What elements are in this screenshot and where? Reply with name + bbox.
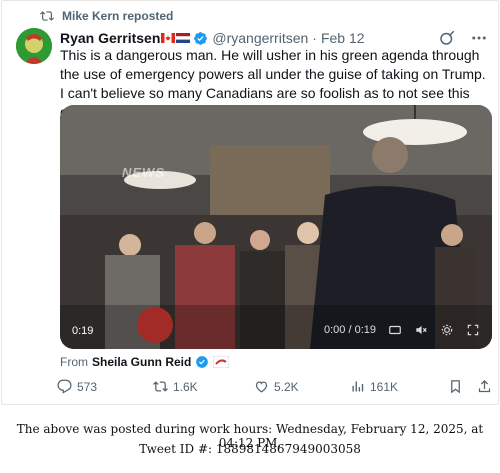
affiliate-badge-icon: [213, 356, 230, 368]
like-button[interactable]: 5.2K: [254, 379, 299, 394]
video-current-time: 0:19: [72, 325, 94, 337]
video-source: From Sheila Gunn Reid: [60, 355, 230, 369]
avatar-image: [16, 28, 52, 64]
views-count: 161K: [370, 379, 399, 394]
reply-icon: [57, 379, 72, 394]
verified-icon: [194, 31, 208, 45]
action-bar: 573 1.6K 5.2K 161K: [57, 379, 497, 399]
like-count: 5.2K: [274, 379, 299, 394]
repost-indicator[interactable]: Mike Kern reposted: [40, 9, 173, 23]
captions-icon[interactable]: [388, 323, 402, 337]
video-player[interactable]: NEWS 0:19 0:00 / 0:19: [60, 105, 492, 349]
avatar[interactable]: [16, 28, 52, 64]
share-icon: [478, 379, 491, 393]
repost-icon: [40, 11, 54, 21]
video-frame: [60, 105, 492, 349]
bookmark-icon: [451, 380, 460, 394]
reply-button[interactable]: 573: [57, 379, 97, 394]
source-name[interactable]: Sheila Gunn Reid: [92, 355, 191, 369]
fullscreen-icon[interactable]: [466, 323, 480, 337]
netherlands-flag-icon: [176, 33, 191, 43]
tweet-header: Ryan Gerritsen @ryangerritsen · Feb 12: [60, 28, 488, 48]
mute-icon[interactable]: [414, 323, 428, 337]
grok-icon[interactable]: [438, 29, 456, 47]
caption-tweet-id: Tweet ID #: 1889814867949003058: [139, 442, 361, 456]
verified-icon: [196, 356, 209, 368]
more-icon[interactable]: [470, 29, 488, 47]
tweet-card[interactable]: Mike Kern reposted Ryan Gerritsen @ryang…: [1, 0, 499, 405]
repost-label: Mike Kern reposted: [62, 9, 174, 23]
reply-count: 573: [77, 379, 98, 394]
video-controls: 0:00 / 0:19: [324, 323, 480, 337]
source-prefix: From: [60, 355, 88, 369]
repost-count: 1.6K: [173, 379, 198, 394]
repost-icon: [153, 381, 168, 392]
video-progress: 0:00 / 0:19: [324, 324, 376, 336]
like-icon: [255, 381, 268, 393]
separator: ·: [312, 30, 317, 46]
views-button[interactable]: 161K: [350, 379, 398, 394]
bookmark-button[interactable]: [448, 379, 463, 394]
settings-icon[interactable]: [440, 323, 454, 337]
author-handle[interactable]: @ryangerritsen: [212, 30, 308, 46]
share-button[interactable]: [477, 379, 492, 394]
video-watermark: NEWS: [122, 165, 165, 180]
author-name[interactable]: Ryan Gerritsen: [60, 30, 160, 46]
tweet-date[interactable]: Feb 12: [321, 30, 365, 46]
repost-button[interactable]: 1.6K: [153, 379, 198, 394]
canada-flag-icon: [161, 33, 176, 43]
views-icon: [352, 381, 364, 392]
